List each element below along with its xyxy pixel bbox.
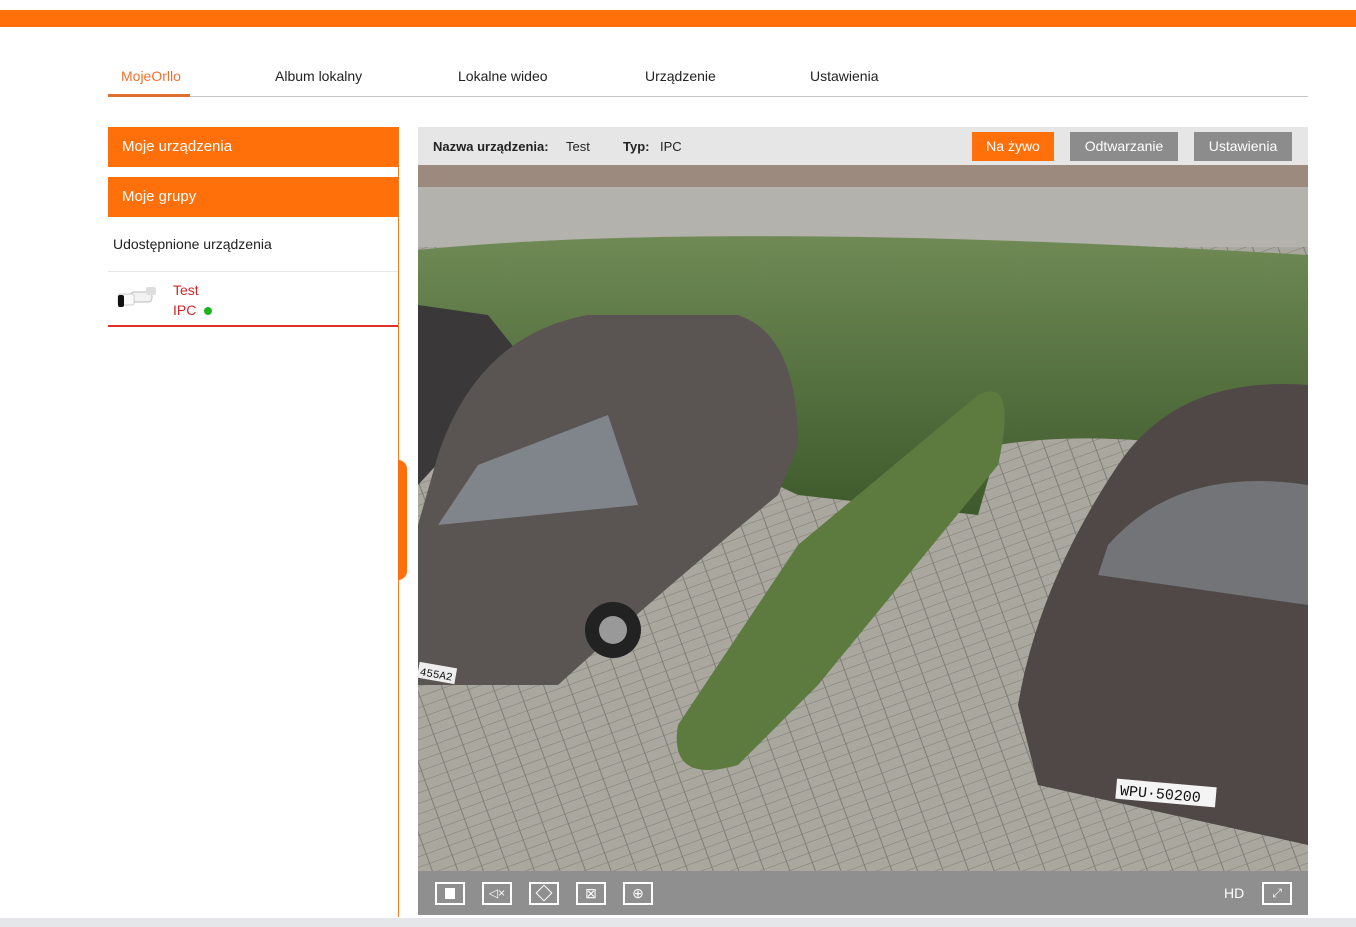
online-status-dot [204, 307, 212, 315]
zoom-button[interactable]: ⊕ [623, 882, 653, 905]
device-name-label: Nazwa urządzenia: [433, 139, 549, 154]
quality-toggle[interactable]: HD [1224, 885, 1244, 901]
device-type-value: IPC [660, 139, 682, 154]
my-groups-button[interactable]: Moje grupy [108, 177, 398, 217]
main-nav: MojeOrllo Album lokalny Lokalne wideo Ur… [108, 60, 1308, 97]
video-controls: ◁× ⊠ ⊕ HD ⤢ [418, 871, 1308, 915]
divider [108, 271, 398, 272]
device-type: IPC [173, 302, 197, 318]
mute-button[interactable]: ◁× [482, 882, 512, 905]
crop-button[interactable]: ⊠ [576, 882, 606, 905]
tab-lokalne-wideo[interactable]: Lokalne wideo [458, 68, 548, 84]
zoom-in-icon: ⊕ [632, 885, 644, 901]
camera-icon [117, 287, 156, 307]
fullscreen-button[interactable]: ⤢ [1262, 882, 1292, 905]
mute-icon: ◁× [488, 886, 506, 900]
shared-devices-link[interactable]: Udostępnione urządzenia [113, 236, 272, 252]
live-video[interactable]: WPU·50200 455A2 [418, 165, 1308, 871]
fullscreen-icon: ⤢ [1272, 886, 1282, 900]
device-panel: Nazwa urządzenia: Test Typ: IPC Na żywo … [418, 127, 1308, 915]
device-name-value: Test [566, 139, 590, 154]
playback-button[interactable]: Odtwarzanie [1070, 132, 1178, 161]
sidebar-collapse-handle[interactable] [398, 460, 407, 580]
camera-frame: WPU·50200 455A2 [418, 165, 1308, 871]
my-devices-button[interactable]: Moje urządzenia [108, 127, 398, 167]
settings-button[interactable]: Ustawienia [1194, 132, 1292, 161]
active-tab-indicator [108, 94, 190, 97]
crop-icon: ⊠ [585, 885, 597, 901]
tab-mojeorllo[interactable]: MojeOrllo [121, 68, 181, 84]
device-name: Test [173, 282, 199, 298]
bottom-strip [0, 918, 1356, 927]
top-bar [0, 10, 1356, 27]
sidebar: Moje urządzenia Moje grupy Udostępnione … [108, 127, 399, 917]
ptz-button[interactable] [529, 882, 559, 905]
stop-button[interactable] [435, 882, 465, 905]
device-type-label: Typ: [623, 139, 650, 154]
tab-urzadzenie[interactable]: Urządzenie [645, 68, 716, 84]
tab-album-lokalny[interactable]: Album lokalny [275, 68, 362, 84]
tab-ustawienia[interactable]: Ustawienia [810, 68, 878, 84]
diamond-icon [535, 884, 553, 902]
panel-header: Nazwa urządzenia: Test Typ: IPC Na żywo … [418, 127, 1308, 165]
stop-icon [445, 888, 455, 899]
live-button[interactable]: Na żywo [972, 132, 1054, 161]
device-list-item[interactable]: Test IPC [108, 273, 398, 327]
